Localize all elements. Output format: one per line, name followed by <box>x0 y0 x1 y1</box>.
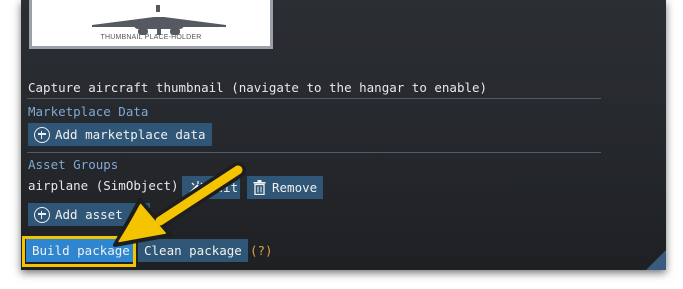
plus-circle-icon <box>34 126 50 143</box>
add-asset-group-button[interactable]: Add asset group <box>28 203 150 226</box>
thumbnail-caption: THUMBNAIL PLACE-HOLDER <box>100 34 202 41</box>
edit-label: Edit <box>208 180 239 195</box>
add-marketplace-data-button[interactable]: Add marketplace data <box>28 123 212 146</box>
plus-circle-icon <box>34 206 50 223</box>
package-builder-panel: THUMBNAIL PLACE-HOLDER Capture aircraft … <box>21 0 666 270</box>
edit-asset-group-button[interactable]: Edit <box>182 176 240 199</box>
marketplace-section-title: Marketplace Data <box>28 104 149 119</box>
clean-package-label: Clean package <box>144 243 242 258</box>
wand-icon <box>188 181 204 195</box>
remove-asset-group-button[interactable]: Remove <box>247 176 324 199</box>
divider <box>27 152 601 153</box>
trash-icon <box>253 180 266 195</box>
remove-label: Remove <box>272 180 318 195</box>
clean-package-button[interactable]: Clean package <box>138 239 248 262</box>
aircraft-thumbnail-placeholder: THUMBNAIL PLACE-HOLDER <box>29 0 273 49</box>
add-marketplace-data-label: Add marketplace data <box>55 127 206 142</box>
divider <box>27 98 601 99</box>
add-asset-group-label: Add asset group <box>55 207 150 222</box>
asset-groups-section-title: Asset Groups <box>28 157 119 172</box>
build-package-highlight <box>22 236 136 267</box>
asset-group-name: airplane (SimObject) <box>28 178 179 193</box>
help-link[interactable]: (?) <box>250 243 273 258</box>
capture-thumbnail-label: Capture aircraft thumbnail (navigate to … <box>28 80 488 95</box>
resize-corner[interactable] <box>646 250 666 270</box>
